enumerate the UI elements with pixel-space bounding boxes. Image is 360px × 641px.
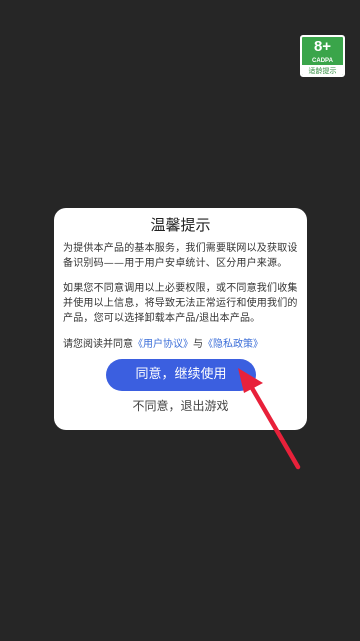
red-arrow-icon <box>238 368 301 470</box>
